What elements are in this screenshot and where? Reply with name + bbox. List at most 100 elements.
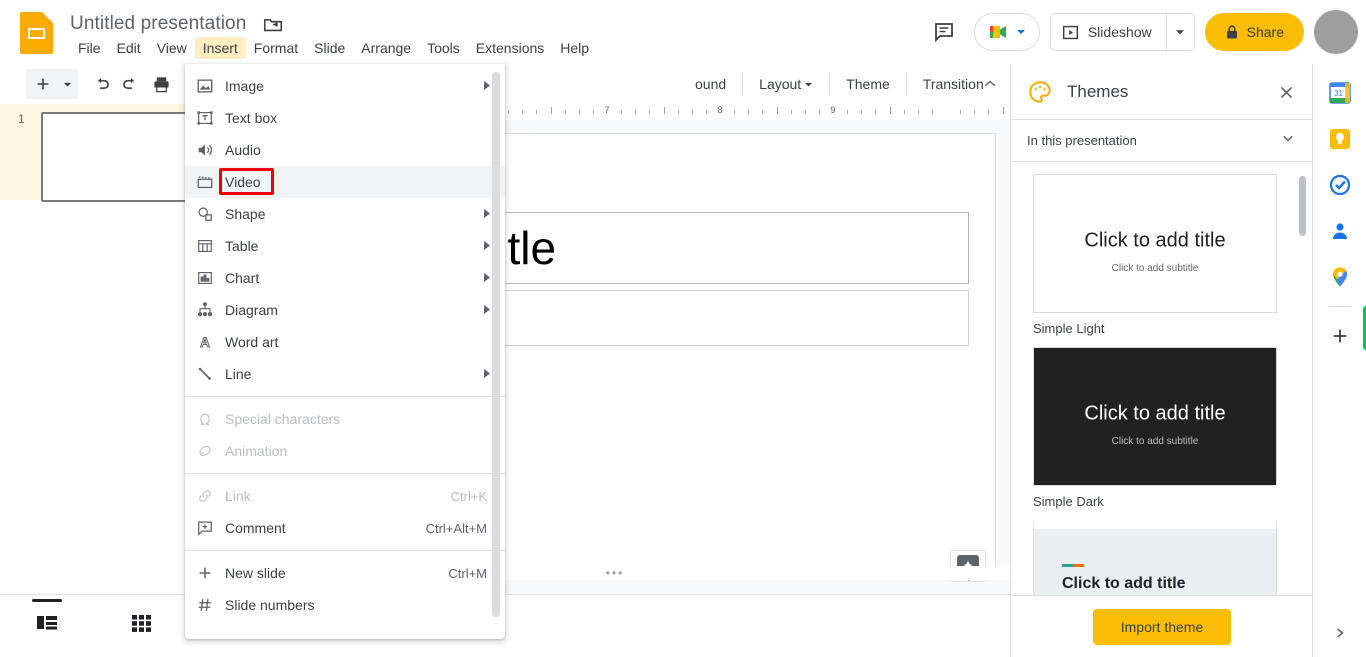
insert-menu-item-audio[interactable]: Audio [185,134,505,166]
layout-button[interactable]: Layout [750,72,822,96]
google-tasks-icon[interactable] [1323,168,1357,202]
new-slide-caret-down-icon[interactable] [58,69,76,99]
ruler-tick [974,110,975,114]
insert-menu-item-word-art[interactable]: A Word art [185,326,505,358]
insert-menu-item-label: Video [225,174,261,190]
layout-label: Layout [759,76,802,92]
background-button[interactable]: ound [686,72,735,96]
theme-thumbnail[interactable]: Click to add title Click to add subtitle [1033,347,1277,486]
slide-thumbnail[interactable] [41,112,201,202]
account-avatar[interactable] [1314,10,1358,54]
slideshow-dropdown-caret-down-icon[interactable] [1165,14,1194,50]
ruler-tick [777,107,778,114]
slide-number-label: 1 [18,112,25,126]
collapse-toolbar-chevron-up-icon[interactable] [975,69,1005,99]
theme-card-accent[interactable]: Click to add title [1011,509,1301,606]
menu-help[interactable]: Help [552,37,597,59]
redo-icon[interactable] [116,69,146,99]
undo-icon[interactable] [86,69,116,99]
theme-thumbnail[interactable]: Click to add title [1033,520,1277,606]
insert-menu-item-shape[interactable]: Shape [185,198,505,230]
filmstrip-view-icon[interactable] [30,599,64,639]
theme-card-simple-light[interactable]: Click to add title Click to add subtitle… [1011,163,1301,336]
insert-menu-item-chart[interactable]: Chart [185,262,505,294]
insert-menu-item-comment[interactable]: Comment Ctrl+Alt+M [185,512,505,544]
menu-insert[interactable]: Insert [194,37,246,59]
google-maps-icon[interactable] [1323,260,1357,294]
grid-view-icon[interactable] [124,607,158,639]
menu-extensions[interactable]: Extensions [468,37,552,59]
submenu-arrow-right-icon [484,368,491,380]
ruler-tick [791,110,792,114]
expand-rail-chevron-right-icon[interactable] [1313,625,1366,641]
ruler-number: 9 [830,105,836,115]
close-icon[interactable] [1272,78,1300,106]
insert-menu-item-video[interactable]: Video [185,166,505,198]
new-slide-button[interactable] [26,69,78,99]
insert-menu-item-label: New slide [225,565,286,581]
print-icon[interactable] [146,69,176,99]
insert-menu-item-new-slide[interactable]: New slide Ctrl+M [185,557,505,589]
menu-slide[interactable]: Slide [306,37,353,59]
theme-thumbnail[interactable]: Click to add title Click to add subtitle [1033,174,1277,313]
insert-menu-item-table[interactable]: Table [185,230,505,262]
insert-menu-item-line[interactable]: Line [185,358,505,390]
ruler-tick [960,110,961,114]
ruler-tick [932,110,933,114]
themes-panel-footer: Import theme [1011,595,1313,657]
insert-menu-item-label: Link [225,488,251,504]
menu-format[interactable]: Format [246,37,306,59]
submenu-arrow-right-icon [484,240,491,252]
submenu-arrow-right-icon [484,208,491,220]
insert-menu-dropdown[interactable]: Image Text box Audio Video Shape Table Chart Di… [185,64,505,639]
ruler-tick [579,110,580,114]
audio-speaker-icon [185,141,225,159]
insert-menu-item-diagram[interactable]: Diagram [185,294,505,326]
google-keep-icon[interactable] [1323,122,1357,156]
insert-menu-item-slide-numbers[interactable]: Slide numbers [185,589,505,621]
menu-arrange[interactable]: Arrange [353,37,419,59]
theme-button[interactable]: Theme [837,72,899,96]
share-button[interactable]: Share [1204,13,1304,51]
plus-icon [185,564,225,582]
insert-menu-item-label: Text box [225,110,278,126]
menu-edit[interactable]: Edit [109,37,149,59]
ruler-tick [819,110,820,114]
theme-thumb-title: Click to add title [1062,575,1186,592]
chart-icon [185,269,225,287]
svg-text:31: 31 [1334,89,1343,98]
ruler-tick [692,110,693,114]
insert-menu-item-shortcut: Ctrl+Alt+M [425,520,487,536]
comment-history-icon[interactable] [924,12,964,52]
title-row: Untitled presentation [66,10,284,38]
google-calendar-icon[interactable]: 31 [1323,76,1357,110]
svg-text:A: A [200,335,210,350]
plus-icon [28,69,58,99]
add-addon-plus-icon[interactable] [1323,319,1357,353]
insert-menu-item-special-characters: Special characters [185,403,505,435]
themes-scrollbar[interactable] [1299,176,1306,236]
themes-filter-dropdown[interactable]: In this presentation [1011,120,1312,162]
google-meet-button[interactable] [973,13,1040,51]
submenu-arrow-right-icon [484,80,491,92]
google-slides-logo-icon[interactable] [20,12,53,54]
toolbar-divider-3 [829,74,831,94]
insert-menu-item-image[interactable]: Image [185,70,505,102]
comment-plus-icon [185,519,225,537]
animation-icon [185,442,225,460]
insert-menu-scrollbar[interactable] [492,72,500,617]
menu-view[interactable]: View [149,37,195,59]
insert-menu-item-text-box[interactable]: Text box [185,102,505,134]
import-theme-button[interactable]: Import theme [1092,608,1232,645]
slideshow-button[interactable]: Slideshow [1051,14,1166,50]
document-title[interactable]: Untitled presentation [66,10,250,38]
menu-tools[interactable]: Tools [419,37,468,59]
google-contacts-icon[interactable] [1323,214,1357,248]
move-to-folder-icon[interactable] [262,13,284,35]
ruler-tick [875,110,876,114]
themes-panel-title: Themes [1067,81,1129,101]
submenu-arrow-right-icon [484,272,491,284]
themes-list: Click to add title Click to add subtitle… [1011,163,1301,606]
theme-card-simple-dark[interactable]: Click to add title Click to add subtitle… [1011,336,1301,509]
menu-file[interactable]: File [70,37,109,59]
